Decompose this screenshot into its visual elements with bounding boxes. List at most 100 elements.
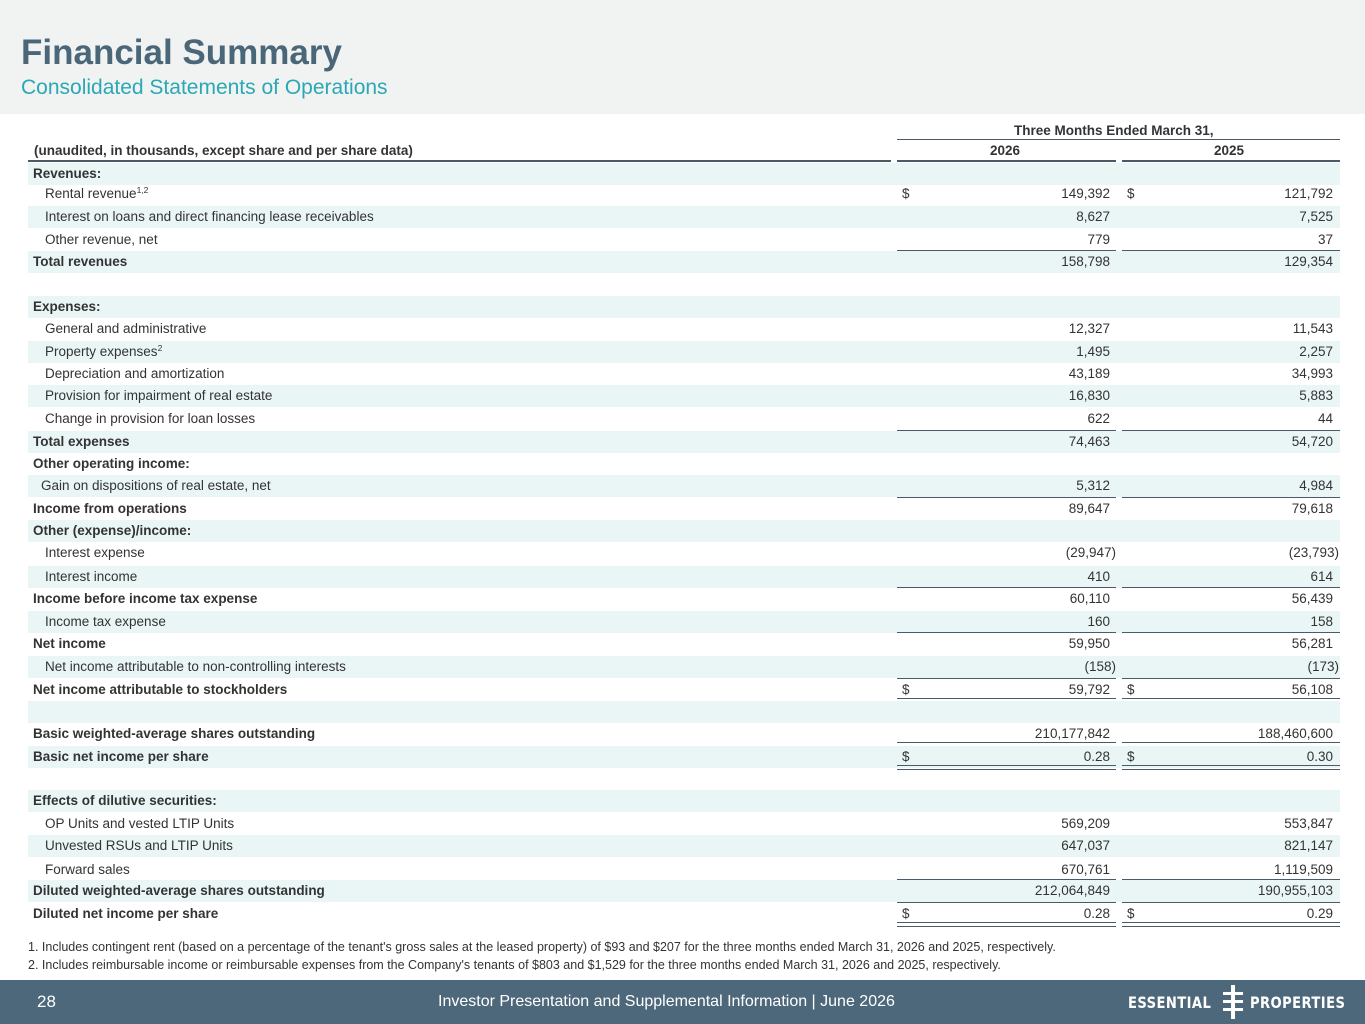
subtotal-rule	[897, 879, 1116, 880]
table-row: Unvested RSUs and LTIP Units 647,037 821,1…	[28, 835, 1340, 857]
value-2025: 34,993	[1291, 366, 1333, 381]
header-rule-2026	[897, 160, 1116, 162]
row-label: Depreciation and amortization	[45, 366, 225, 381]
period-header: Three Months Ended March 31,	[1014, 123, 1214, 138]
value-2026: 74,463	[1068, 434, 1110, 449]
value-2025: 56,108	[1291, 682, 1333, 697]
value-2026: 16,830	[1068, 388, 1110, 403]
header-rule-label	[28, 160, 891, 162]
table-row: Effects of dilutive securities:	[28, 790, 1340, 812]
year-2025-header: 2025	[1214, 143, 1245, 158]
table-row: Rental revenue1,2 $ $149,392 121,792	[28, 183, 1340, 205]
table-row	[28, 768, 1340, 790]
value-2025: 1,119,509	[1273, 862, 1333, 877]
table-row: Forward sales 670,761 1,119,509	[28, 859, 1340, 881]
value-2025: 44	[1317, 411, 1333, 426]
value-2026: 59,950	[1068, 636, 1110, 651]
value-2026: 212,064,849	[1034, 883, 1110, 898]
table-row: Interest income 410 614	[28, 566, 1340, 588]
value-2026: 210,177,842	[1034, 726, 1110, 741]
subtotal-rule	[1122, 902, 1340, 903]
table-row: Interest on loans and direct financing l…	[28, 206, 1340, 228]
row-label: OP Units and vested LTIP Units	[45, 816, 235, 831]
value-2026: 160	[1087, 614, 1110, 629]
value-2025: 188,460,600	[1257, 726, 1333, 741]
value-2026: 779	[1087, 232, 1110, 247]
row-label: Effects of dilutive securities:	[33, 793, 217, 808]
value-2025: 37	[1317, 232, 1333, 247]
company-logo: ESSENTIAL PROPERTIES	[1128, 984, 1365, 1020]
value-2026: 59,792	[1068, 682, 1110, 697]
page-subtitle: Consolidated Statements of Operations	[21, 76, 388, 99]
table-row: Total revenues 158,798 129,354	[28, 251, 1340, 273]
value-2025: 821,147	[1284, 838, 1333, 853]
value-2025: 79,618	[1291, 501, 1333, 516]
unit-note: (unaudited, in thousands, except share a…	[34, 143, 413, 158]
table-row: Interest expense (29,947) (23,793)	[28, 542, 1340, 564]
year-2026-header: 2026	[990, 143, 1021, 158]
subtotal-rule	[1122, 497, 1340, 498]
value-2025: 4,984	[1299, 478, 1333, 493]
value-2026: 0.28	[1083, 906, 1110, 921]
page-number: 28	[37, 992, 56, 1011]
table-row: Income tax expense 160 158	[28, 611, 1340, 633]
table-row: Diluted weighted-average shares outstand…	[28, 880, 1340, 902]
value-2026: 158,798	[1061, 254, 1110, 269]
value-2026: 647,037	[1061, 838, 1110, 853]
value-2025: 56,439	[1291, 591, 1333, 606]
footnotes: 1. Includes contingent rent (based on a …	[28, 938, 1056, 974]
value-2025: 158	[1310, 614, 1333, 629]
row-label: Expenses:	[33, 299, 101, 314]
row-label: Property expenses2	[45, 343, 163, 359]
row-label: Income before income tax expense	[33, 591, 258, 606]
subtotal-rule	[897, 587, 1116, 588]
value-2026: 622	[1087, 411, 1110, 426]
footer-text: Investor Presentation and Supplemental I…	[438, 993, 895, 1010]
row-label: General and administrative	[45, 321, 207, 336]
footnote-1: 1. Includes contingent rent (based on a …	[28, 940, 1056, 954]
table-row: Net income attributable to non-controlli…	[28, 656, 1340, 678]
table-row: Revenues:	[28, 163, 1340, 185]
table-row: Other (expense)/income:	[28, 520, 1340, 542]
value-2025: 0.29	[1306, 906, 1333, 921]
header-band: Financial Summary Consolidated Statement…	[0, 0, 1365, 114]
table-row: Property expenses2 1,495 2,257	[28, 341, 1340, 363]
subtotal-rule	[1122, 879, 1340, 880]
value-2025: 129,354	[1284, 254, 1333, 269]
value-2025: (23,793)	[1288, 545, 1339, 560]
logo-mark-icon	[1223, 985, 1243, 1019]
logo-word-left: ESSENTIAL	[1128, 992, 1212, 1012]
value-2025: 7,525	[1299, 209, 1333, 224]
row-label: Unvested RSUs and LTIP Units	[45, 838, 233, 853]
row-label: Income tax expense	[45, 614, 166, 629]
row-label: Interest on loans and direct financing l…	[45, 209, 374, 224]
subtotal-rule	[897, 678, 1116, 679]
subtotal-rule	[1122, 250, 1340, 251]
value-2026: (158)	[1084, 659, 1116, 674]
value-2026: (29,947)	[1065, 545, 1116, 560]
value-2026: 0.28	[1083, 749, 1110, 764]
row-label: Forward sales	[45, 862, 130, 877]
row-label: Other revenue, net	[45, 232, 158, 247]
footnote-ref: 2	[157, 343, 163, 353]
value-2026: 43,189	[1068, 366, 1110, 381]
subtotal-rule	[1122, 632, 1340, 633]
table-row: Net income 59,950 56,281	[28, 633, 1340, 655]
subtotal-rule	[897, 430, 1116, 431]
footer-bar: 28 Investor Presentation and Supplementa…	[0, 980, 1365, 1024]
row-label: Gain on dispositions of real estate, net	[41, 478, 271, 493]
table-row: Total expenses 74,463 54,720	[28, 431, 1340, 453]
value-2025: 54,720	[1291, 434, 1333, 449]
table-row: Other revenue, net 779 37	[28, 229, 1340, 251]
currency-symbol: $	[902, 906, 910, 921]
value-2025: (173)	[1307, 659, 1339, 674]
row-label: Other operating income:	[33, 456, 190, 471]
value-2025: 121,792	[1284, 186, 1333, 201]
subtotal-rule	[897, 632, 1116, 633]
value-2025: 553,847	[1284, 816, 1333, 831]
value-2026: 60,110	[1069, 591, 1110, 606]
table-row: Other operating income:	[28, 453, 1340, 475]
value-2026: 89,647	[1068, 501, 1110, 516]
row-label: Net income attributable to stockholders	[33, 682, 288, 697]
row-label: Income from operations	[33, 501, 187, 516]
